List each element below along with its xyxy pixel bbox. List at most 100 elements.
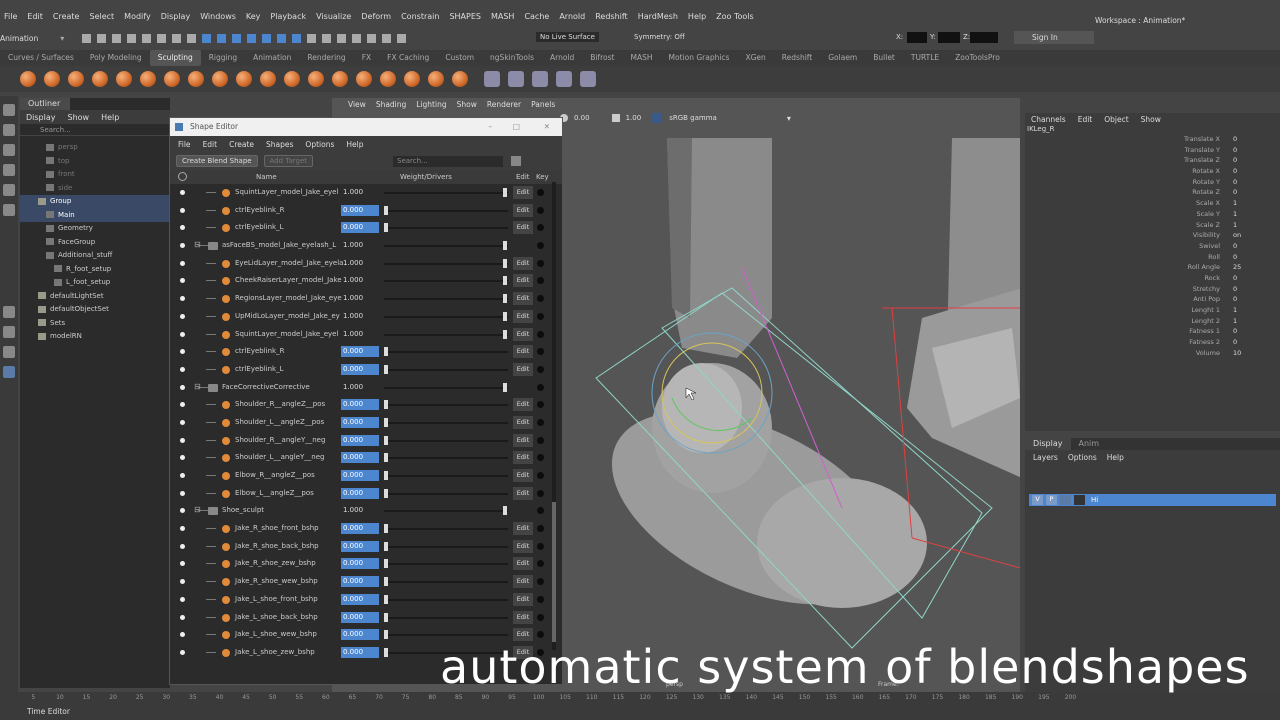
weight-slider[interactable] [384, 439, 508, 442]
outliner-item[interactable]: R_foot_setup [20, 263, 170, 277]
visibility-toggle[interactable] [180, 579, 185, 585]
x-field[interactable] [907, 32, 927, 43]
statusline-tool-icon[interactable] [232, 33, 242, 43]
statusline-tool-icon[interactable] [127, 33, 137, 43]
shelf-tab-redshift[interactable]: Redshift [774, 50, 820, 66]
shelf-tab-zootoolspro[interactable]: ZooToolsPro [947, 50, 1008, 66]
visibility-toggle[interactable] [180, 508, 185, 514]
statusline-tool-icon[interactable] [112, 33, 122, 43]
weight-column-header[interactable]: Weight/Drivers [400, 173, 452, 181]
chevron-down-icon[interactable]: ▾ [60, 34, 64, 43]
layer-row[interactable]: V P Hi [1029, 494, 1276, 506]
channel-label[interactable]: Translate Y [1184, 146, 1220, 154]
menu-shapes[interactable]: SHAPES [449, 12, 481, 21]
channel-label[interactable]: Rock [1204, 274, 1220, 282]
shape-editor-menu-file[interactable]: File [178, 140, 191, 149]
colorspace-value[interactable]: sRGB gamma [669, 114, 717, 122]
layout-single-icon[interactable] [3, 306, 15, 318]
statusline-tool-icon[interactable] [337, 33, 347, 43]
channel-value[interactable]: 1 [1233, 199, 1237, 207]
blendshape-target-row[interactable]: Jake_L_shoe_back_bshp 0.000 Edit [170, 609, 562, 627]
channel-box-menu-show[interactable]: Show [1141, 115, 1161, 124]
tab-display[interactable]: Display [1025, 438, 1071, 450]
edit-button[interactable]: Edit [513, 256, 533, 270]
outliner-item[interactable]: top [20, 155, 170, 169]
outliner-search-input[interactable]: Search... [20, 124, 170, 136]
weight-slider[interactable] [384, 192, 508, 194]
layout-four-icon[interactable] [3, 326, 15, 338]
add-target-button[interactable]: Add Target [263, 155, 313, 167]
blendshape-group-row[interactable]: ⊟ Shoe_sculpt 1.000 [170, 502, 562, 520]
channel-label[interactable]: Roll [1208, 253, 1220, 261]
statusline-tool-icon[interactable] [97, 33, 107, 43]
blendshape-target-row[interactable]: Jake_L_shoe_front_bshp 0.000 Edit [170, 591, 562, 609]
viewport-menu-lighting[interactable]: Lighting [412, 99, 451, 111]
weight-field[interactable]: 0.000 [341, 523, 379, 535]
menu-windows[interactable]: Windows [200, 12, 236, 21]
menu-zoo-tools[interactable]: Zoo Tools [716, 12, 754, 21]
gamma-icon[interactable] [611, 114, 620, 122]
channel-label[interactable]: Lenght 1 [1191, 306, 1220, 314]
workspace-value[interactable]: Animation* [1143, 16, 1185, 25]
statusline-tool-icon[interactable] [262, 33, 272, 43]
channel-label[interactable]: Translate X [1184, 135, 1220, 143]
weight-slider[interactable] [384, 315, 508, 318]
spray-tool-icon[interactable] [188, 71, 204, 87]
key-button[interactable] [537, 383, 544, 391]
key-button[interactable] [537, 595, 544, 603]
collapse-icon[interactable]: ⊟ [194, 382, 201, 391]
outliner-menu-show[interactable]: Show [68, 113, 90, 122]
unmask-tool-icon[interactable] [508, 71, 524, 87]
blendshape-target-row[interactable]: ctrlEyeblink_L 0.000 Edit [170, 361, 562, 379]
y-field[interactable] [938, 32, 960, 43]
shape-editor-menu-options[interactable]: Options [305, 140, 334, 149]
blendshape-target-row[interactable]: CheekRaiserLayer_model_Jake 1.000 Edit [170, 272, 562, 290]
channel-label[interactable]: Rotate X [1192, 167, 1220, 175]
close-icon[interactable]: ✕ [544, 118, 550, 136]
channel-label[interactable]: Rotate Z [1192, 188, 1220, 196]
channel-row[interactable]: Rotate Y 0 [1025, 178, 1280, 189]
new-folder-icon[interactable] [511, 156, 521, 166]
weight-field[interactable]: 0.000 [341, 646, 379, 658]
weight-field[interactable]: 0.000 [341, 363, 379, 375]
weight-field[interactable]: 0.000 [341, 540, 379, 552]
slider-knob[interactable] [384, 559, 388, 569]
weight-field[interactable]: 1.000 [341, 293, 379, 304]
layer-name[interactable]: Hi [1091, 496, 1098, 504]
visibility-toggle[interactable] [180, 260, 185, 266]
weight-field[interactable]: 0.000 [341, 611, 379, 623]
statusline-tool-icon[interactable] [172, 33, 182, 43]
collapse-icon[interactable]: ⊟ [194, 240, 201, 249]
edit-button[interactable]: Edit [513, 522, 533, 536]
shelf-tab-turtle[interactable]: TURTLE [903, 50, 947, 66]
slider-knob[interactable] [384, 541, 388, 551]
name-column-header[interactable]: Name [256, 173, 277, 181]
menu-playback[interactable]: Playback [270, 12, 306, 21]
shape-editor-titlebar[interactable]: Shape Editor – □ ✕ [170, 118, 562, 136]
visibility-toggle[interactable] [180, 190, 185, 195]
edit-button[interactable]: Edit [513, 203, 533, 217]
key-button[interactable] [537, 454, 544, 462]
channel-value[interactable]: 0 [1233, 135, 1237, 143]
outliner-menu-display[interactable]: Display [26, 113, 56, 122]
key-button[interactable] [537, 224, 544, 232]
menu-create[interactable]: Create [53, 12, 80, 21]
shelf-tab-bullet[interactable]: Bullet [865, 50, 903, 66]
blendshape-target-row[interactable]: Shoulder_L__angleZ__pos 0.000 Edit [170, 414, 562, 432]
menu-key[interactable]: Key [246, 12, 261, 21]
scrollbar-thumb[interactable] [552, 502, 556, 642]
edit-button[interactable]: Edit [513, 575, 533, 589]
slider-knob[interactable] [502, 329, 507, 339]
visibility-toggle[interactable] [180, 366, 185, 372]
weight-field[interactable]: 0.000 [341, 452, 379, 464]
outliner-item[interactable]: modelRN [20, 330, 170, 344]
shelf-tab-fx[interactable]: FX [354, 50, 379, 66]
weight-slider[interactable] [384, 386, 508, 389]
weight-slider[interactable] [384, 598, 508, 601]
channel-value[interactable]: 0 [1233, 156, 1237, 164]
paint-select-icon[interactable] [3, 144, 15, 156]
blendshape-target-row[interactable]: Jake_R_shoe_wew_bshp 0.000 Edit [170, 573, 562, 591]
channel-label[interactable]: Scale Y [1196, 210, 1220, 218]
channel-row[interactable]: Scale Y 1 [1025, 210, 1280, 221]
channel-row[interactable]: Translate Z 0 [1025, 156, 1280, 167]
